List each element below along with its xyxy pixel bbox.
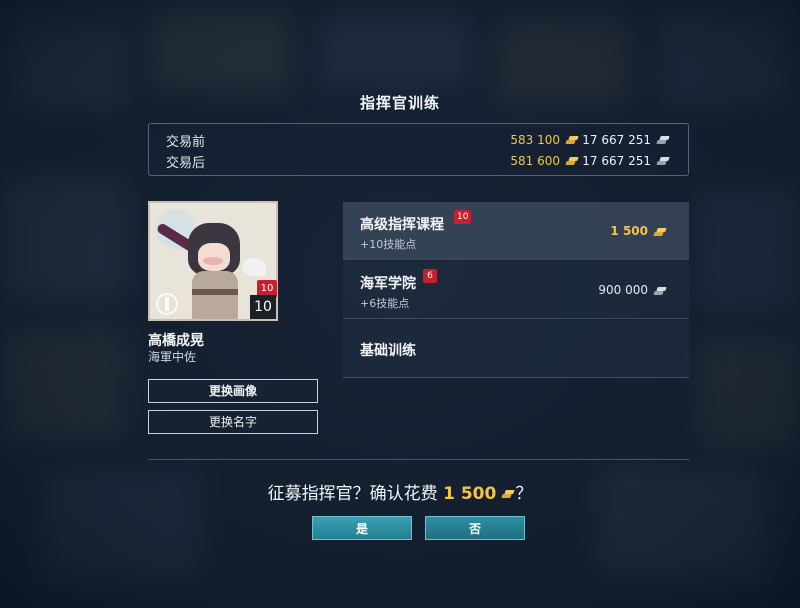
gold-bars-icon (653, 227, 667, 237)
gold-bars-icon (565, 156, 579, 166)
option-tag: 6 (423, 269, 437, 283)
silver-bars-icon (653, 286, 667, 296)
balance-comparison: 交易前 583 100 17 667 251 交易后 581 600 17 66… (148, 123, 689, 176)
dialog-title: 指挥官训练 (359, 94, 440, 112)
silver-bars-icon (656, 135, 670, 145)
commander-name: 高橋成晃 (148, 333, 204, 349)
training-options: 高级指挥课程 10 +10技能点 1 500 海军学院 6 +6技能点 900 … (343, 202, 689, 378)
confirm-question: 征募指挥官？确认花费 1 500？ (267, 484, 533, 504)
option-price: 900 000 (598, 283, 667, 297)
option-basic-training[interactable]: 基础训练 (343, 320, 689, 378)
confirm-amount: 1 500 (443, 484, 497, 504)
before-gold-value: 583 100 (510, 133, 560, 147)
option-name: 基础训练 (360, 343, 416, 359)
yes-button[interactable]: 是 (312, 516, 412, 540)
balance-after-row: 交易后 581 600 17 667 251 (166, 151, 670, 171)
option-name: 海军学院 (360, 276, 416, 292)
change-portrait-button[interactable]: 更换画像 (148, 379, 318, 403)
option-subtitle: +6技能点 (360, 297, 410, 310)
option-price: 1 500 (610, 224, 667, 238)
divider (148, 459, 689, 460)
change-name-button[interactable]: 更换名字 (148, 410, 318, 434)
option-advanced-course[interactable]: 高级指挥课程 10 +10技能点 1 500 (343, 202, 689, 260)
after-silver-value: 17 667 251 (582, 154, 651, 168)
silver-bars-icon (656, 156, 670, 166)
navy-anchor-icon (156, 293, 178, 315)
commander-level: 10 (250, 295, 276, 319)
after-label: 交易后 (166, 155, 206, 171)
gold-bars-icon (565, 135, 579, 145)
no-button[interactable]: 否 (425, 516, 525, 540)
before-label: 交易前 (166, 134, 206, 150)
after-gold-value: 581 600 (510, 154, 560, 168)
option-subtitle: +10技能点 (360, 238, 417, 251)
option-tag: 10 (454, 210, 472, 224)
gold-bars-icon (501, 489, 515, 499)
balance-before-row: 交易前 583 100 17 667 251 (166, 130, 670, 150)
option-naval-academy[interactable]: 海军学院 6 +6技能点 900 000 (343, 261, 689, 319)
option-name: 高级指挥课程 (360, 217, 444, 233)
before-silver-value: 17 667 251 (582, 133, 651, 147)
commander-rank: 海軍中佐 (148, 350, 197, 364)
